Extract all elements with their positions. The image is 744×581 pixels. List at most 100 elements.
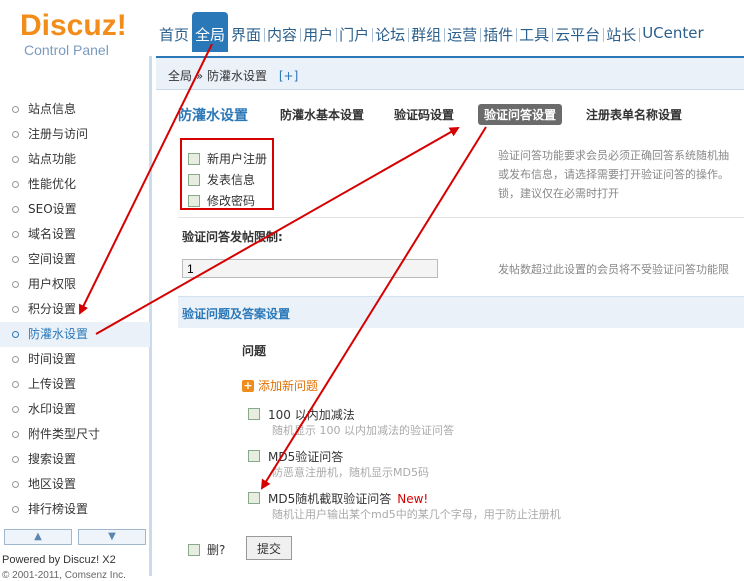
question-title: MD5验证问答 (268, 450, 344, 464)
post-limit-input[interactable] (182, 259, 438, 278)
logo[interactable]: Discuz! Control Panel (20, 9, 150, 59)
sidebar-item-permissions[interactable]: 用户权限 (0, 272, 150, 297)
post-limit-label: 验证问答发帖限制: (182, 230, 283, 244)
checkbox-row[interactable]: 新用户注册 (188, 148, 272, 169)
sidebar-item-antispam[interactable]: 防灌水设置 (0, 322, 150, 347)
tab-basic[interactable]: 防灌水基本设置 (274, 104, 370, 125)
post-limit-description: 发帖数超过此设置的会员将不受验证问答功能限 (498, 263, 729, 276)
question-title: 100 以内加减法 (268, 408, 355, 422)
sidebar-item-region[interactable]: 地区设置 (0, 472, 150, 497)
sidebar-item-search[interactable]: 搜索设置 (0, 447, 150, 472)
nav-cloud[interactable]: 云平台 (552, 18, 603, 52)
nav-global[interactable]: 全局 (192, 12, 229, 52)
nav-tools[interactable]: 工具 (516, 18, 552, 52)
sidebar-item-site-features[interactable]: 站点功能 (0, 147, 150, 172)
sidebar-item-space[interactable]: 空间设置 (0, 247, 150, 272)
sidebar-scroll-buttons: ▲ ▼ (4, 529, 146, 545)
breadcrumb-bar: 全局 » 防灌水设置 [+] (156, 56, 744, 90)
sidebar-item-upload[interactable]: 上传设置 (0, 372, 150, 397)
nav-content[interactable]: 内容 (264, 18, 300, 52)
nav-users[interactable]: 用户 (300, 18, 336, 52)
password-checkbox[interactable] (188, 194, 200, 207)
page-title: 防灌水设置 (178, 107, 248, 124)
question-checkbox[interactable] (248, 450, 260, 462)
add-question-button[interactable]: + 添加新问题 (242, 377, 318, 394)
bullet-icon (12, 431, 19, 438)
nav-plugins[interactable]: 插件 (480, 18, 516, 52)
question-checkbox[interactable] (248, 408, 260, 420)
delete-row: 删? (188, 541, 225, 558)
sidebar-item-registration[interactable]: 注册与访问 (0, 122, 150, 147)
sidebar-item-site-info[interactable]: 站点信息 (0, 97, 150, 122)
nav-ucenter[interactable]: UCenter (639, 18, 706, 52)
sidebar-menu: 站点信息 注册与访问 站点功能 性能优化 SEO设置 域名设置 空间设置 用户权… (0, 97, 150, 522)
bullet-icon (12, 231, 19, 238)
delete-checkbox[interactable] (188, 543, 200, 556)
bullet-icon (12, 356, 19, 363)
divider (178, 217, 744, 218)
sidebar: 站点信息 注册与访问 站点功能 性能优化 SEO设置 域名设置 空间设置 用户权… (0, 56, 152, 581)
sidebar-item-ranking[interactable]: 排行榜设置 (0, 497, 150, 522)
bullet-icon (12, 506, 19, 513)
top-nav: 首页 全局 界面 内容 用户 门户 论坛 群组 运营 插件 工具 云平台 站长 … (156, 12, 707, 52)
main-content: 防灌水设置 防灌水基本设置 验证码设置 验证问答设置 注册表单名称设置 新用户注… (160, 90, 744, 576)
tab-qa[interactable]: 验证问答设置 (478, 104, 563, 125)
sidebar-item-attachment-types[interactable]: 附件类型尺寸 (0, 422, 150, 447)
bullet-icon (12, 131, 19, 138)
scroll-down-icon[interactable]: ▼ (78, 529, 146, 545)
settings-tabs: 防灌水设置 防灌水基本设置 验证码设置 验证问答设置 注册表单名称设置 (178, 104, 706, 125)
bullet-icon (12, 156, 19, 163)
sidebar-item-credits[interactable]: 积分设置 (0, 297, 150, 322)
bullet-icon (12, 406, 19, 413)
scroll-up-icon[interactable]: ▲ (4, 529, 72, 545)
question-checkbox[interactable] (248, 492, 260, 504)
add-shortcut-button[interactable]: [+] (279, 69, 298, 83)
sidebar-item-performance[interactable]: 性能优化 (0, 172, 150, 197)
nav-forum[interactable]: 论坛 (372, 18, 408, 52)
breadcrumb: 全局 » 防灌水设置 [+] (168, 67, 298, 84)
powered-by: Powered by Discuz! X2 (2, 554, 116, 566)
bullet-icon (12, 181, 19, 188)
nav-groups[interactable]: 群组 (408, 18, 444, 52)
qa-description: 验证问答功能要求会员必须正确回答系统随机抽 或发布信息，请选择需要打开验证问答的… (498, 149, 729, 200)
bullet-icon (12, 456, 19, 463)
nav-webmaster[interactable]: 站长 (603, 18, 639, 52)
nav-operations[interactable]: 运营 (444, 18, 480, 52)
bullet-icon (12, 281, 19, 288)
logo-text: Discuz! (20, 9, 127, 42)
new-badge: New! (397, 492, 429, 506)
qa-scope-checkboxes: 新用户注册 发表信息 修改密码 (180, 138, 274, 210)
breadcrumb-current: 防灌水设置 (207, 69, 268, 83)
register-checkbox[interactable] (188, 152, 200, 165)
question-description: 随机让用户输出某个md5中的某几个字母，用于防止注册机 (272, 508, 561, 521)
bullet-icon (12, 481, 19, 488)
nav-portal[interactable]: 门户 (336, 18, 372, 52)
section-header: 验证问题及答案设置 (178, 296, 744, 328)
sidebar-item-domain[interactable]: 域名设置 (0, 222, 150, 247)
question-description: 随机显示 100 以内加减法的验证问答 (272, 424, 454, 437)
sidebar-item-seo[interactable]: SEO设置 (0, 197, 150, 222)
submit-button[interactable]: 提交 (246, 536, 292, 560)
bullet-icon (12, 206, 19, 213)
bullet-icon (12, 331, 19, 338)
delete-label: 删? (207, 543, 226, 557)
bullet-icon (12, 106, 19, 113)
sidebar-item-time[interactable]: 时间设置 (0, 347, 150, 372)
checkbox-row[interactable]: 发表信息 (188, 169, 272, 190)
nav-interface[interactable]: 界面 (228, 18, 264, 52)
bullet-icon (12, 256, 19, 263)
post-checkbox[interactable] (188, 173, 200, 186)
tab-captcha[interactable]: 验证码设置 (388, 104, 460, 125)
nav-home[interactable]: 首页 (156, 18, 192, 52)
bullet-icon (12, 381, 19, 388)
question-description: 防恶意注册机，随机显示MD5码 (272, 466, 429, 479)
breadcrumb-root[interactable]: 全局 (168, 69, 192, 83)
breadcrumb-separator: » (195, 69, 204, 83)
checkbox-row[interactable]: 修改密码 (188, 190, 272, 211)
sidebar-item-watermark[interactable]: 水印设置 (0, 397, 150, 422)
add-icon: + (242, 378, 254, 392)
question-title: MD5随机截取验证问答 New! (268, 492, 429, 506)
header: Discuz! Control Panel 首页 全局 界面 内容 用户 门户 … (0, 0, 744, 59)
tab-form-names[interactable]: 注册表单名称设置 (580, 104, 688, 125)
section-title: 验证问题及答案设置 (182, 307, 291, 321)
